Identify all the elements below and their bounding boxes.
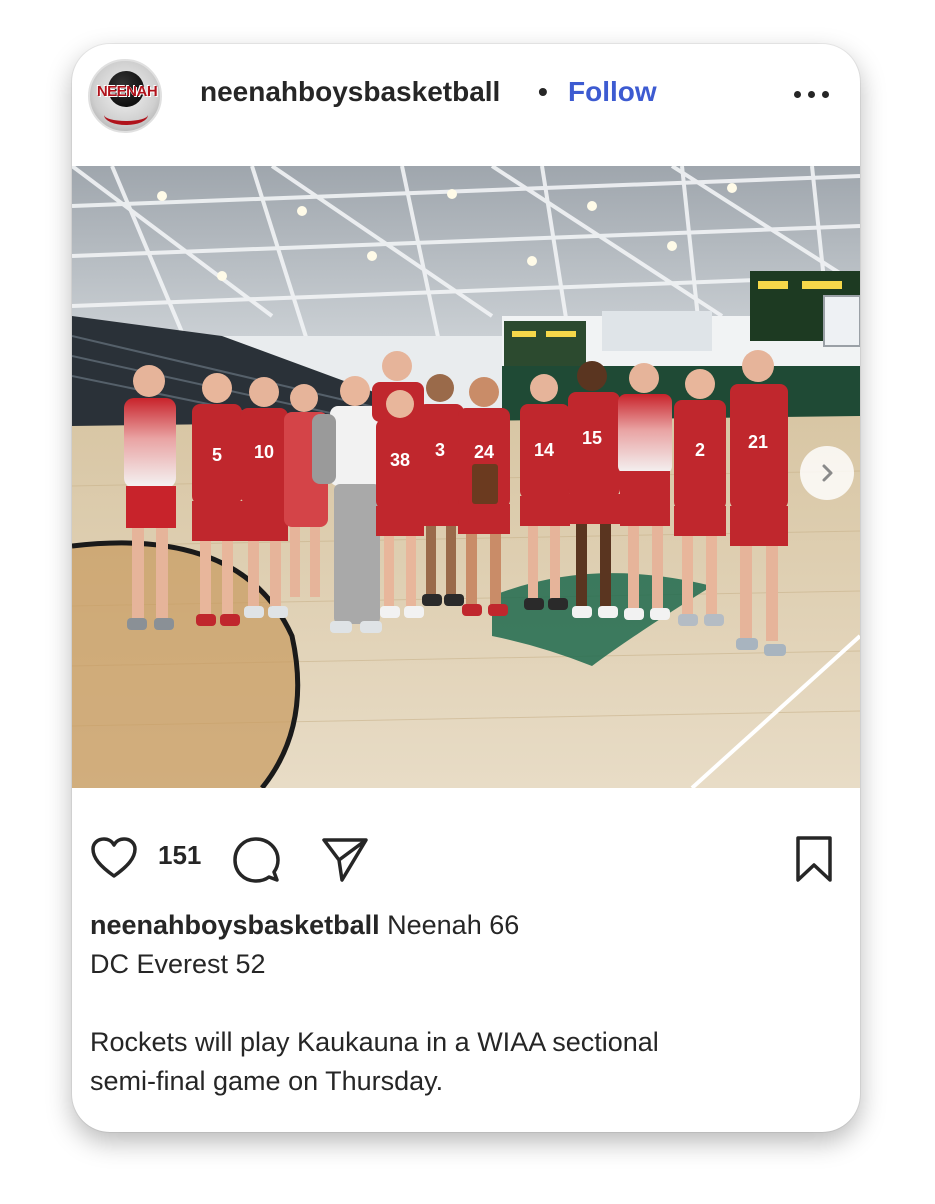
jersey-number: 5: [212, 445, 222, 465]
post-username[interactable]: neenahboysbasketball: [200, 76, 500, 108]
avatar[interactable]: NEENAH: [88, 59, 162, 133]
post-photo[interactable]: 5 10 38 3 24 14 15 2 21: [72, 166, 860, 788]
jersey-number: 38: [390, 450, 410, 470]
jersey-number: 10: [254, 442, 274, 462]
comment-icon[interactable]: [230, 834, 282, 886]
team-photo: 5 10 38 3 24 14 15 2 21: [72, 166, 860, 788]
chevron-right-icon: [822, 464, 833, 482]
avatar-logo-text: NEENAH: [96, 83, 158, 100]
caption-body-line-1: Rockets will play Kaukauna in a WIAA sec…: [90, 1027, 659, 1057]
post-actions: 151: [72, 824, 860, 894]
instagram-post-card: NEENAH neenahboysbasketball • Follow 5 1…: [72, 44, 860, 1132]
more-horizontal-icon[interactable]: [792, 84, 832, 104]
jersey-number: 15: [582, 428, 602, 448]
likes-count[interactable]: 151: [158, 840, 201, 871]
jersey-number: 21: [748, 432, 768, 452]
jersey-number: 14: [534, 440, 554, 460]
caption-line-1: neenahboysbasketball Neenah 66: [90, 906, 830, 945]
heart-icon[interactable]: [90, 836, 138, 880]
caption-username[interactable]: neenahboysbasketball: [90, 910, 380, 940]
jersey-number: 3: [435, 440, 445, 460]
post-header: NEENAH neenahboysbasketball • Follow: [72, 44, 860, 164]
header-separator: •: [538, 76, 548, 107]
caption-score-neenah: Neenah 66: [387, 910, 520, 940]
post-caption: neenahboysbasketball Neenah 66 DC Everes…: [90, 906, 830, 1101]
caption-body-line-2: semi-final game on Thursday.: [90, 1066, 444, 1096]
follow-button[interactable]: Follow: [568, 76, 657, 108]
jersey-number: 24: [474, 442, 494, 462]
carousel-next-button[interactable]: [800, 446, 854, 500]
caption-score-opponent: DC Everest 52: [90, 949, 266, 979]
logo-swoosh: [104, 105, 148, 125]
bookmark-icon[interactable]: [794, 834, 834, 886]
jersey-number: 2: [695, 440, 705, 460]
share-icon[interactable]: [320, 834, 370, 884]
